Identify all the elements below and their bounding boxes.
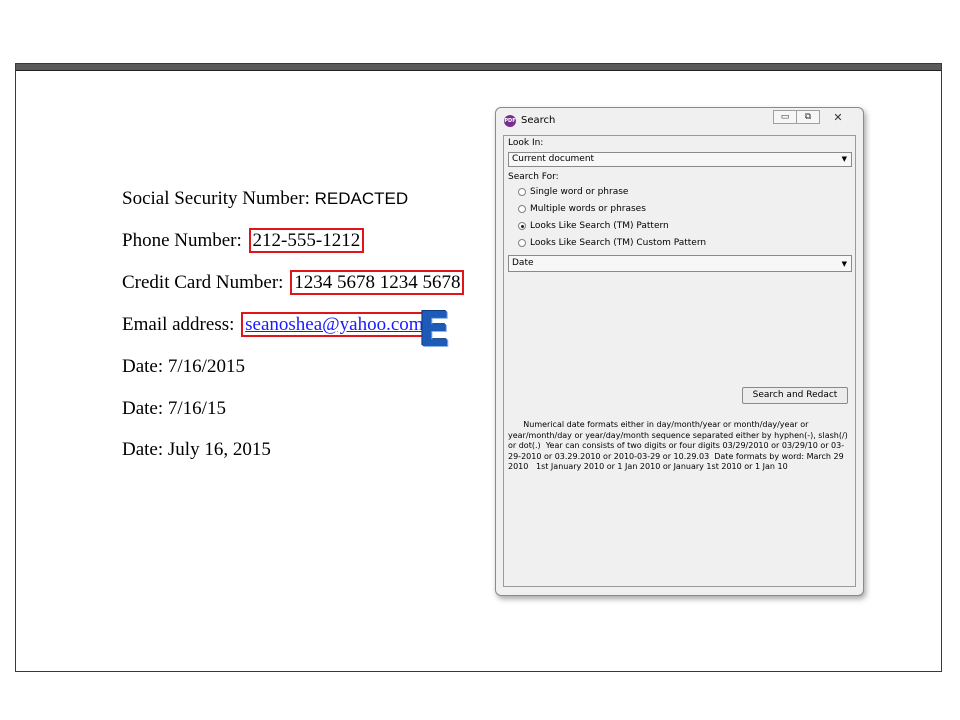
dropdown-arrow-icon: ▼ <box>841 155 847 163</box>
search-and-redact-button[interactable]: Search and Redact <box>742 387 848 404</box>
pattern-dropdown[interactable]: Date ▼ <box>508 255 852 272</box>
credit-card-match-highlight[interactable]: 1234 5678 1234 5678 <box>290 270 465 295</box>
email-line: Email address: seanoshea@yahoo.com <box>122 312 428 337</box>
pattern-value: Date <box>512 258 534 268</box>
credit-card-label: Credit Card Number: <box>122 272 289 293</box>
radio-custom-pattern[interactable] <box>518 239 526 247</box>
phone-match-highlight[interactable]: 212-555-1212 <box>248 228 365 253</box>
credit-card-line: Credit Card Number: 1234 5678 1234 5678 <box>122 270 465 295</box>
dropdown-arrow-icon: ▼ <box>841 260 847 268</box>
look-in-dropdown[interactable]: Current document ▼ <box>508 152 852 167</box>
dialog-title: Search <box>521 115 556 126</box>
radio-single-word[interactable] <box>518 188 526 196</box>
email-link-highlight[interactable]: seanoshea@yahoo.com <box>241 312 428 337</box>
option-label: Multiple words or phrases <box>530 204 646 214</box>
email-label: Email address: <box>122 314 240 335</box>
pdf-app-icon: PDF <box>504 115 516 127</box>
look-in-label: Look In: <box>508 138 544 148</box>
date-line-2: Date: 7/16/15 <box>122 398 226 419</box>
option-label: Single word or phrase <box>530 187 629 197</box>
option-looks-like-pattern[interactable]: Looks Like Search (TM) Pattern <box>518 221 669 231</box>
radio-looks-like-pattern[interactable] <box>518 222 526 230</box>
restore-button[interactable]: ⧉ <box>796 110 820 124</box>
ssn-redacted-value: REDACTED <box>314 189 409 208</box>
option-label: Looks Like Search (TM) Pattern <box>530 221 669 231</box>
top-bar <box>16 64 941 71</box>
dialog-body: Look In: Current document ▼ Search For: … <box>503 135 856 587</box>
option-single-word[interactable]: Single word or phrase <box>518 187 628 197</box>
ssn-line: Social Security Number: REDACTED <box>122 188 408 210</box>
pattern-description: Numerical date formats either in day/mon… <box>508 420 851 471</box>
look-in-value: Current document <box>512 154 595 164</box>
phone-label: Phone Number: <box>122 230 247 251</box>
option-label: Looks Like Search (TM) Custom Pattern <box>530 238 707 248</box>
phone-line: Phone Number: 212-555-1212 <box>122 228 365 253</box>
option-multiple-words[interactable]: Multiple words or phrases <box>518 204 646 214</box>
close-button[interactable]: ✕ <box>819 110 857 124</box>
dialog-titlebar[interactable]: PDF Search ▭ ⧉ ✕ <box>496 108 863 132</box>
option-custom-pattern[interactable]: Looks Like Search (TM) Custom Pattern <box>518 238 706 248</box>
search-dialog: PDF Search ▭ ⧉ ✕ Look In: Current docume… <box>495 107 864 596</box>
date-line-3: Date: July 16, 2015 <box>122 439 271 460</box>
e-logo-icon: E <box>418 302 451 358</box>
radio-multiple-words[interactable] <box>518 205 526 213</box>
date-line-1: Date: 7/16/2015 <box>122 356 245 377</box>
minimize-button[interactable]: ▭ <box>773 110 797 124</box>
search-for-label: Search For: <box>508 172 559 182</box>
ssn-label: Social Security Number: <box>122 188 315 209</box>
